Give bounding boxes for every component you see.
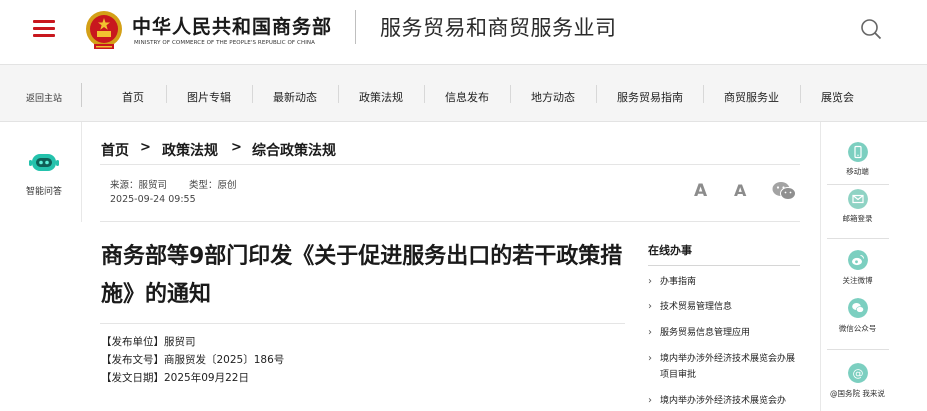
nav-item-commerce-services[interactable]: 商贸服务业 [724,89,779,105]
online-service-item[interactable]: › 境内举办涉外经济技术展览会办展项目审批 [648,351,798,383]
online-service-item[interactable]: › 境内举办涉外经济技术展览会办 [648,393,798,411]
nav-separator [596,85,597,103]
breadcrumb-divider [100,164,800,165]
right-sidebar-divider [827,184,889,185]
article-type: 类型：原创 [189,180,237,191]
right-sidebar: 移动端 邮箱登录 关注微博 微信公众号 @ @国务院 我来说 [820,122,894,411]
nav-item-local-news[interactable]: 地方动态 [531,89,575,105]
nav-separator [800,85,801,103]
nav-separator [166,85,167,103]
font-size-large-button[interactable]: A [694,181,707,201]
chevron-right-icon: › [648,353,652,364]
breadcrumb-home[interactable]: 首页 [101,140,129,160]
mobile-label[interactable]: 移动端 [821,166,894,177]
left-sidebar: 智能问答 [6,122,82,222]
smart-qa-label[interactable]: 智能问答 [26,184,62,197]
nav-separator [703,85,704,103]
right-sidebar-divider [827,349,889,350]
state-council-feedback-label[interactable]: @国务院 我来说 [821,388,894,399]
right-sidebar-divider [827,238,889,239]
menu-icon[interactable] [33,18,55,38]
nav-item-home[interactable]: 首页 [122,89,144,105]
online-service-title: 在线办事 [648,244,692,257]
nav-separator [338,85,339,103]
weibo-icon[interactable] [848,250,868,270]
chevron-right-icon: › [648,276,652,287]
breadcrumb-separator: > [231,140,242,155]
chevron-right-icon: › [648,301,652,312]
nav-item-policies[interactable]: 政策法规 [359,89,403,105]
online-service-item[interactable]: › 技术贸易管理信息 [648,299,798,315]
article-title: 商务部等9部门印发《关于促进服务出口的若干政策措施》的通知 [101,244,623,307]
article-date: 2025-09-24 09:55 [110,194,196,205]
nav-item-latest-news[interactable]: 最新动态 [273,89,317,105]
back-to-main-site-link[interactable]: 返回主站 [26,91,62,104]
chatbot-icon[interactable] [29,152,59,174]
font-size-small-button[interactable]: A [734,181,746,200]
chevron-right-icon: › [648,327,652,338]
ministry-name-en: MINISTRY OF COMMERCE OF THE PEOPLE'S REP… [134,40,316,46]
meta-divider [100,221,800,222]
wechat-icon[interactable] [848,298,868,318]
svg-text:@: @ [853,367,864,380]
nav-divider [81,83,82,107]
issue-date-info: 【发文日期】2025年09月22日 [101,372,249,384]
mobile-icon[interactable] [848,142,868,162]
title-divider [100,323,625,324]
issuer-info: 【发布单位】服贸司 [101,336,196,348]
at-icon[interactable]: @ [848,363,868,383]
nav-item-announcements[interactable]: 信息发布 [445,89,489,105]
nav-item-photo-albums[interactable]: 图片专辑 [187,89,231,105]
wechat-account-label[interactable]: 微信公众号 [821,323,894,334]
doc-number-info: 【发布文号】商服贸发〔2025〕186号 [101,354,285,366]
mail-login-label[interactable]: 邮箱登录 [821,213,894,224]
main-nav: 返回主站 首页 图片专辑 最新动态 政策法规 信息发布 地方动态 服务贸易指南 … [0,64,927,122]
nav-separator [510,85,511,103]
search-icon[interactable] [860,18,882,40]
ministry-name-cn[interactable]: 中华人民共和国商务部 [132,12,332,39]
mail-icon[interactable] [848,189,868,209]
online-service-item[interactable]: › 办事指南 [648,274,798,290]
nav-separator [424,85,425,103]
breadcrumb-policies[interactable]: 政策法规 [162,140,218,160]
nav-separator [252,85,253,103]
nav-item-exhibitions[interactable]: 展览会 [821,89,854,105]
nav-item-service-trade-guide[interactable]: 服务贸易指南 [617,89,683,105]
weibo-label[interactable]: 关注微博 [821,275,894,286]
online-service-divider [648,265,800,266]
breadcrumb-separator: > [140,140,151,155]
department-title[interactable]: 服务贸易和商贸服务业司 [380,12,617,42]
online-service-item[interactable]: › 服务贸易信息管理应用 [648,325,798,341]
national-emblem-logo[interactable] [84,9,124,51]
breadcrumb-general-policies[interactable]: 综合政策法规 [252,140,336,160]
chevron-right-icon: › [648,395,652,406]
wechat-share-icon[interactable] [772,181,796,201]
header-divider [355,10,356,44]
article-source: 来源：服贸司 [110,180,168,191]
site-header: 中华人民共和国商务部 MINISTRY OF COMMERCE OF THE P… [0,0,927,64]
